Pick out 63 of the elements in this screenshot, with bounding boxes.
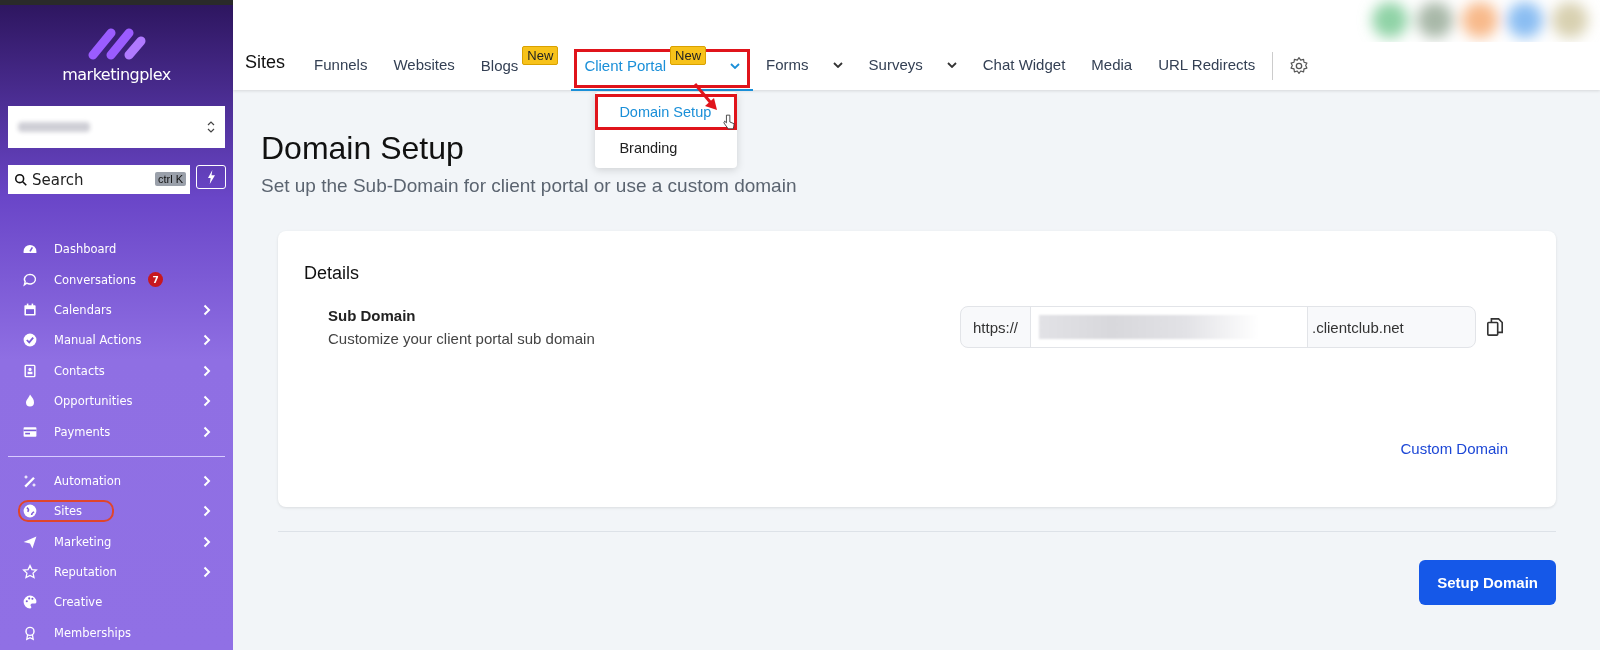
setup-domain-button[interactable]: Setup Domain xyxy=(1419,560,1556,605)
field-label: Sub Domain xyxy=(328,307,417,324)
nav-tab[interactable]: Media xyxy=(1078,46,1146,89)
count-badge: 7 xyxy=(148,272,164,288)
chevron-icon xyxy=(203,535,211,548)
nav-tab[interactable]: Websites xyxy=(380,46,468,89)
menu-item[interactable]: Domain Setup xyxy=(595,94,738,130)
chevron-icon xyxy=(832,61,843,68)
sidebar-item[interactable]: Reputation xyxy=(0,556,233,588)
sidebar-item[interactable]: Contacts xyxy=(0,355,233,386)
chevron-icon xyxy=(946,61,957,68)
settings-icon[interactable] xyxy=(1289,56,1310,76)
star-icon xyxy=(22,564,38,581)
nav-tab[interactable]: Funnels xyxy=(301,46,381,89)
chevron-icon xyxy=(203,425,211,438)
nav-tab[interactable]: Client Portal New xyxy=(571,46,754,91)
sidebar-item[interactable]: Opportunities xyxy=(0,385,233,417)
palette-icon xyxy=(22,594,38,611)
sidebar-item[interactable]: Marketing xyxy=(0,526,233,557)
chevron-icon xyxy=(203,364,211,377)
sidebar-item[interactable]: Manual Actions xyxy=(0,325,233,356)
chevron-icon xyxy=(203,395,211,408)
subdomain-field[interactable] xyxy=(1031,307,1309,347)
chevron-icon xyxy=(730,62,741,69)
sidebar-item[interactable]: Memberships xyxy=(0,617,233,649)
contact-icon xyxy=(22,362,38,379)
sidebar-item[interactable]: Calendars xyxy=(0,294,233,326)
nav-tab[interactable]: Forms xyxy=(753,46,856,89)
copy-icon[interactable] xyxy=(1486,317,1504,337)
chat-icon xyxy=(22,271,38,288)
page-subtitle: Set up the Sub-Domain for client portal or use a custom domain xyxy=(261,175,797,197)
nav-tab[interactable]: URL Redirects xyxy=(1145,46,1269,89)
shortcut-hint: ctrl K xyxy=(154,172,186,186)
bolt-icon xyxy=(206,170,216,184)
chevron-icon xyxy=(203,566,211,579)
section-title: Sites xyxy=(245,52,286,73)
custom-domain-link[interactable]: Custom Domain xyxy=(1400,440,1508,457)
sidebar-item[interactable]: Dashboard xyxy=(0,234,233,265)
check-icon xyxy=(22,332,38,349)
field-description: Customize your client portal sub domain xyxy=(328,330,596,347)
chevron-icon xyxy=(203,505,211,518)
calendar-icon xyxy=(22,301,38,318)
chevron-icon xyxy=(203,474,211,487)
menu-item[interactable]: Branding xyxy=(595,130,738,166)
award-icon xyxy=(22,624,38,641)
page-title: Domain Setup xyxy=(261,130,464,167)
nav-tab[interactable]: Blogs New xyxy=(467,46,572,91)
card-title: Details xyxy=(304,263,361,284)
sidebar-item[interactable]: Sites xyxy=(0,496,233,527)
sidebar-item[interactable]: Conversations 7 xyxy=(0,264,233,295)
url-suffix: .clientclub.net xyxy=(1311,317,1404,338)
nav-tab[interactable]: Surveys xyxy=(855,46,970,89)
brand-name: marketingplex xyxy=(62,65,171,84)
quick-action-button[interactable] xyxy=(196,165,226,189)
chevron-icon xyxy=(203,334,211,347)
chevron-icon xyxy=(203,303,211,316)
sidebar-item[interactable]: Payments xyxy=(0,416,233,447)
updown-icon xyxy=(207,120,215,134)
sidebar-item[interactable]: Creative xyxy=(0,587,233,618)
account-switcher[interactable] xyxy=(8,106,225,148)
search-icon xyxy=(14,173,28,187)
nav-tab[interactable]: Chat Widget xyxy=(969,46,1079,89)
sidebar-item[interactable]: Automation xyxy=(0,465,233,497)
